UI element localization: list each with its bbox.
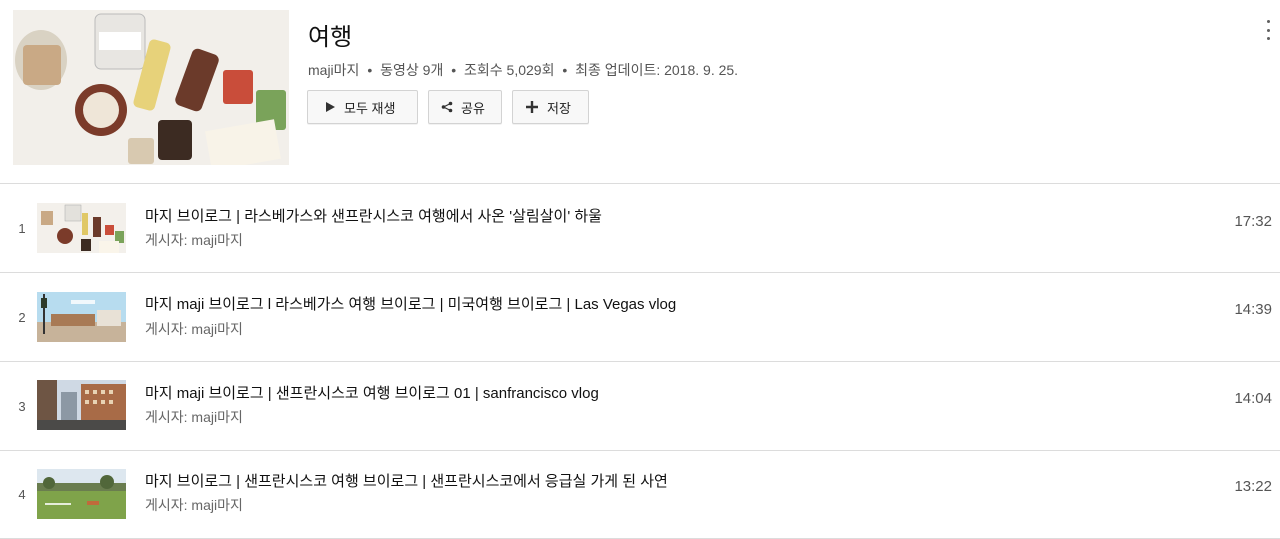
video-owner[interactable]: 게시자: maji마지 <box>145 230 243 250</box>
video-duration: 14:04 <box>1234 390 1272 407</box>
video-owner[interactable]: 게시자: maji마지 <box>145 495 243 515</box>
video-thumbnail[interactable] <box>37 203 126 253</box>
playlist-cover-image[interactable] <box>13 10 289 165</box>
playlist-video-row[interactable]: 2 마지 maji 브이로그 l 라스베가스 여행 브이로그 | 미국여행 브이… <box>0 273 1280 362</box>
video-title[interactable]: 마지 브이로그 | 라스베가스와 샌프란시스코 여행에서 사온 '살림살이' 하… <box>145 205 602 226</box>
video-thumbnail[interactable] <box>37 380 126 430</box>
last-updated: 최종 업데이트: 2018. 9. 25. <box>575 62 739 78</box>
video-owner[interactable]: 게시자: maji마지 <box>145 319 243 339</box>
video-owner[interactable]: 게시자: maji마지 <box>145 407 243 427</box>
video-title[interactable]: 마지 maji 브이로그 | 샌프란시스코 여행 브이로그 01 | sanfr… <box>145 382 599 403</box>
video-duration: 14:39 <box>1234 301 1272 318</box>
playlist-owner-link[interactable]: maji마지 <box>308 62 359 78</box>
video-count: 동영상 9개 <box>380 62 444 78</box>
save-label: 저장 <box>547 100 571 116</box>
playlist-video-row[interactable]: 3 마지 maji 브이로그 | 샌프란시스코 여행 브이로그 01 | san… <box>0 362 1280 451</box>
plus-icon <box>525 100 539 114</box>
video-thumbnail[interactable] <box>37 292 126 342</box>
video-title[interactable]: 마지 브이로그 | 샌프란시스코 여행 브이로그 | 샌프란시스코에서 응급실 … <box>145 470 668 491</box>
video-title[interactable]: 마지 maji 브이로그 l 라스베가스 여행 브이로그 | 미국여행 브이로그… <box>145 293 676 314</box>
playlist-meta: maji마지 • 동영상 9개 • 조회수 5,029회 • 최종 업데이트: … <box>308 60 738 80</box>
meta-separator: • <box>562 62 568 78</box>
save-button[interactable]: 저장 <box>512 90 589 124</box>
meta-separator: • <box>451 62 457 78</box>
video-duration: 17:32 <box>1234 213 1272 230</box>
playlist-video-row[interactable]: 4 마지 브이로그 | 샌프란시스코 여행 브이로그 | 샌프란시스코에서 응급… <box>0 450 1280 539</box>
view-count: 조회수 5,029회 <box>464 62 555 78</box>
video-index: 4 <box>18 487 26 502</box>
play-icon <box>324 101 336 113</box>
video-index: 1 <box>18 221 26 236</box>
play-all-label: 모두 재생 <box>344 100 396 116</box>
share-label: 공유 <box>461 100 485 116</box>
playlist-title: 여행 <box>308 24 353 51</box>
more-vert-icon[interactable] <box>1262 20 1274 40</box>
meta-separator: • <box>367 62 373 78</box>
video-thumbnail[interactable] <box>37 469 126 519</box>
share-button[interactable]: 공유 <box>428 90 502 124</box>
share-icon <box>441 101 453 113</box>
video-duration: 13:22 <box>1234 478 1272 495</box>
playlist-header: 여행 maji마지 • 동영상 9개 • 조회수 5,029회 • 최종 업데이… <box>0 0 1280 184</box>
play-all-button[interactable]: 모두 재생 <box>307 90 418 124</box>
video-index: 2 <box>18 310 26 325</box>
video-index: 3 <box>18 399 26 414</box>
playlist-video-row[interactable]: 1 마지 브이로그 | 라스베가스와 샌프란시스코 여행에서 사온 '살림살이'… <box>0 184 1280 273</box>
